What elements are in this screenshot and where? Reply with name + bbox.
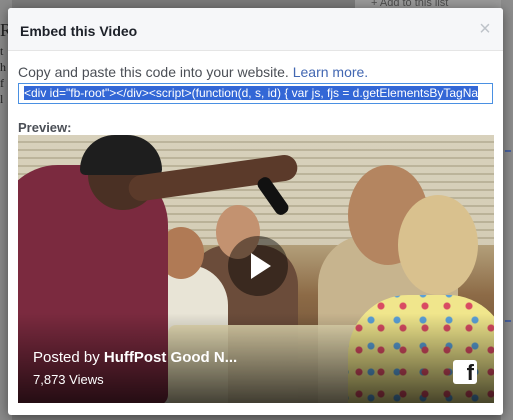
embed-instructions: Copy and paste this code into your websi… — [18, 64, 368, 80]
facebook-icon[interactable]: f — [453, 360, 477, 385]
background-char: l — [0, 92, 4, 106]
embed-code-field[interactable]: <div id="fb-root"></div><script>(functio… — [18, 83, 493, 104]
background-tick — [505, 150, 511, 152]
learn-more-link[interactable]: Learn more. — [293, 64, 368, 80]
embed-code-text: <div id="fb-root"></div><script>(functio… — [24, 86, 479, 100]
instructions-text: Copy and paste this code into your websi… — [18, 64, 289, 80]
dialog-header: Embed this Video × — [8, 8, 503, 51]
close-icon[interactable]: × — [475, 19, 495, 39]
video-preview[interactable]: Posted by HuffPost Good N... 7,873 Views… — [18, 135, 494, 403]
embed-video-dialog: Embed this Video × Copy and paste this c… — [8, 8, 503, 415]
preview-label: Preview: — [18, 120, 72, 135]
view-count: 7,873 Views — [33, 372, 104, 387]
background-char: h — [0, 60, 6, 74]
background-char: f — [0, 76, 4, 90]
dialog-title: Embed this Video — [20, 23, 138, 39]
background-tick — [505, 320, 511, 322]
play-icon[interactable] — [228, 236, 288, 296]
page-name-link[interactable]: HuffPost Good N... — [104, 349, 237, 366]
posted-by-prefix: Posted by — [33, 349, 104, 366]
background-char: t — [0, 44, 4, 58]
posted-by: Posted by HuffPost Good N... — [33, 349, 237, 366]
scene-person-head — [398, 195, 478, 295]
